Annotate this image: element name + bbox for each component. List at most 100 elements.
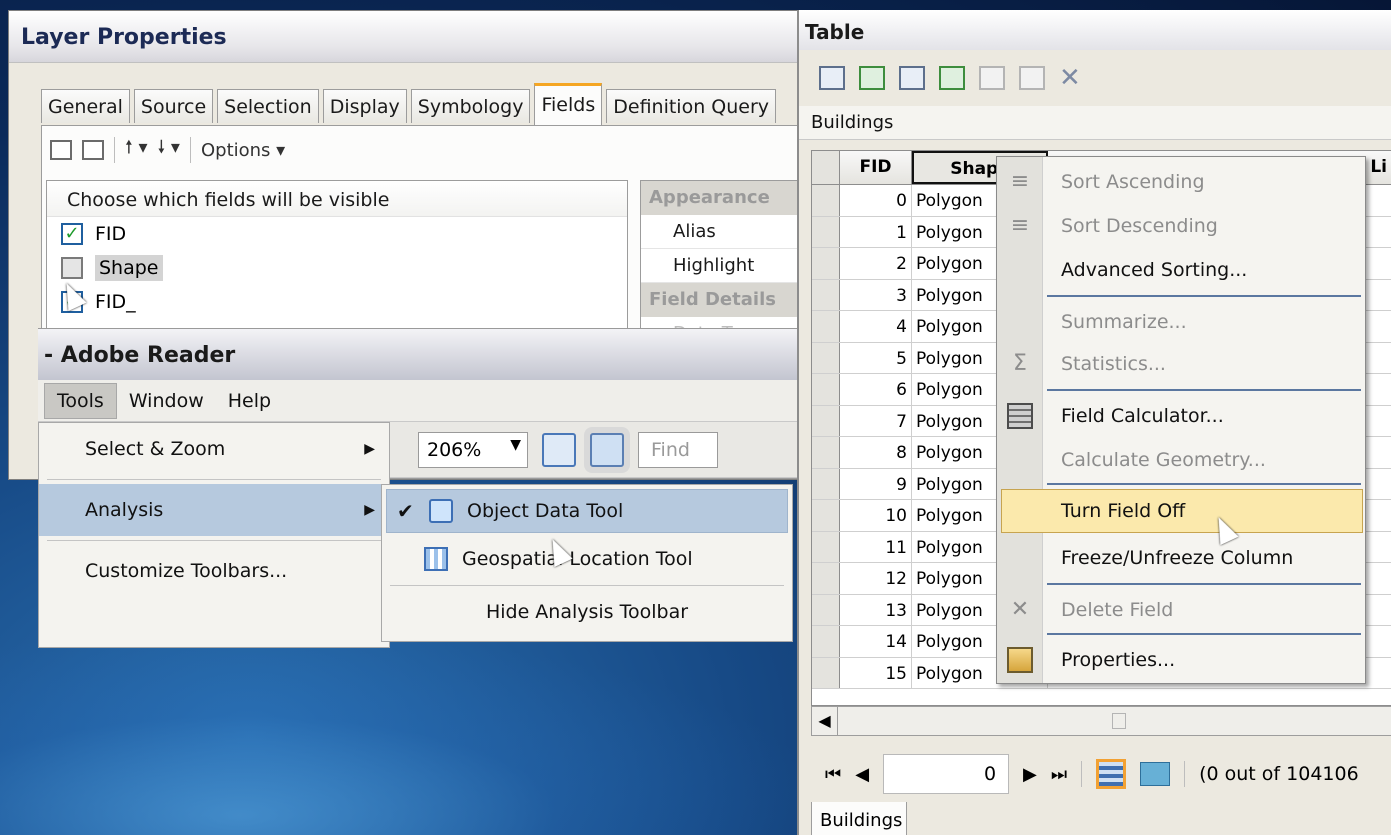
next-record-icon[interactable]: ▶	[1023, 764, 1037, 785]
menu-item-calculate-geometry[interactable]: Calculate Geometry...	[997, 439, 1365, 483]
field-row-fid[interactable]: ✓ FID	[47, 217, 627, 251]
horizontal-scrollbar[interactable]: ◀	[811, 706, 1391, 736]
previous-record-icon[interactable]: ◀	[855, 764, 869, 785]
scroll-left-icon[interactable]: ◀	[812, 707, 838, 735]
tab-symbology[interactable]: Symbology	[410, 89, 531, 123]
menu-item-sort-ascending[interactable]: ≡ Sort Ascending	[997, 161, 1365, 205]
analysis-submenu: ✔ Object Data Tool Geospatial Location T…	[381, 484, 793, 642]
zoom-select[interactable]: 206% ▼	[418, 431, 528, 468]
clear-selection-icon[interactable]	[979, 66, 1005, 90]
menu-item-freeze-unfreeze-column[interactable]: Freeze/Unfreeze Column	[997, 537, 1365, 581]
cell-fid: 1	[840, 216, 912, 247]
menu-window[interactable]: Window	[117, 384, 216, 418]
tab-definition-query[interactable]: Definition Query	[606, 89, 777, 123]
menu-item-analysis[interactable]: Analysis ▶	[39, 484, 389, 536]
row-selector[interactable]	[812, 626, 840, 657]
highlight-property[interactable]: Highlight	[641, 249, 809, 283]
options-dropdown[interactable]: Options ▾	[201, 140, 285, 161]
tab-source[interactable]: Source	[133, 89, 214, 123]
menu-item-label: Field Calculator...	[1061, 405, 1224, 427]
menu-item-advanced-sorting[interactable]: Advanced Sorting...	[997, 249, 1365, 293]
cell-fid: 4	[840, 311, 912, 342]
checkbox-unchecked-icon[interactable]	[61, 257, 83, 279]
table-view-icon[interactable]	[50, 140, 72, 160]
tab-selection[interactable]: Selection	[217, 89, 319, 123]
menu-separator	[47, 479, 381, 480]
menu-item-statistics[interactable]: Σ Statistics...	[997, 343, 1365, 387]
scroll-thumb[interactable]	[1112, 713, 1126, 729]
menu-item-field-calculator[interactable]: Field Calculator...	[997, 395, 1365, 439]
select-by-attributes-icon[interactable]	[899, 66, 925, 90]
background-glow	[0, 640, 800, 835]
menu-item-hide-analysis-toolbar[interactable]: Hide Analysis Toolbar	[382, 590, 792, 634]
move-down-icon[interactable]: 🠗 ▾	[157, 135, 179, 165]
menu-item-customize-toolbars[interactable]: Customize Toolbars...	[39, 545, 389, 597]
row-selector[interactable]	[812, 594, 840, 625]
row-selector[interactable]	[812, 657, 840, 688]
alias-property[interactable]: Alias	[641, 215, 809, 249]
zoom-to-selected-icon[interactable]	[1019, 66, 1045, 90]
object-data-tool-icon	[429, 499, 453, 523]
menu-item-select-zoom[interactable]: Select & Zoom ▶	[39, 423, 389, 475]
fit-width-icon[interactable]	[590, 432, 624, 467]
menu-tools[interactable]: Tools	[44, 382, 117, 419]
tab-fields[interactable]: Fields	[534, 83, 603, 125]
tab-display[interactable]: Display	[322, 89, 407, 123]
appearance-category[interactable]: Appearance	[641, 181, 809, 215]
chevron-down-icon[interactable]: ▼	[510, 437, 521, 453]
row-selector[interactable]	[812, 563, 840, 594]
table-options-icon[interactable]	[819, 66, 845, 90]
tab-buildings[interactable]: Buildings	[811, 802, 907, 835]
field-row-shape[interactable]: Shape	[47, 251, 627, 285]
menu-item-summarize[interactable]: Summarize...	[997, 301, 1365, 345]
show-selected-records-icon[interactable]	[1140, 762, 1171, 786]
field-details-category[interactable]: Field Details	[641, 283, 809, 317]
row-selector[interactable]	[812, 342, 840, 373]
row-selector[interactable]	[812, 437, 840, 468]
row-selector[interactable]	[812, 468, 840, 499]
menu-item-sort-descending[interactable]: ≡ Sort Descending	[997, 205, 1365, 249]
related-tables-icon[interactable]	[859, 66, 885, 90]
menu-item-turn-field-off[interactable]: Turn Field Off	[1001, 489, 1363, 533]
row-selector[interactable]	[812, 248, 840, 279]
row-selector[interactable]	[812, 500, 840, 531]
menu-item-label: Customize Toolbars...	[85, 560, 288, 582]
record-navigator: ⏮ ◀ 0 ▶ ⏭ (0 out of 104106	[811, 746, 1391, 802]
list-view-icon[interactable]	[82, 140, 104, 160]
move-up-icon[interactable]: 🠕 ▾	[125, 135, 147, 165]
field-row-fid-underscore[interactable]: ✓ FID_	[47, 285, 627, 319]
menu-item-object-data-tool[interactable]: ✔ Object Data Tool	[386, 489, 788, 533]
cell-fid: 11	[840, 531, 912, 562]
last-record-icon[interactable]: ⏭	[1051, 764, 1067, 785]
row-selector[interactable]	[812, 311, 840, 342]
menu-item-label: Freeze/Unfreeze Column	[1061, 547, 1294, 569]
row-selector[interactable]	[812, 405, 840, 436]
checkbox-checked-icon[interactable]: ✓	[61, 223, 83, 245]
menu-item-delete-field[interactable]: ✕ Delete Field	[997, 589, 1365, 633]
row-selector[interactable]	[812, 216, 840, 247]
fit-page-icon[interactable]	[542, 432, 576, 467]
column-header-fid[interactable]: FID	[840, 151, 912, 184]
layer-properties-title: Layer Properties	[9, 11, 802, 63]
row-selector[interactable]	[812, 185, 840, 216]
menu-separator	[1047, 633, 1361, 635]
current-record-input[interactable]: 0	[883, 754, 1010, 794]
row-selector[interactable]	[812, 279, 840, 310]
field-properties-grid: Appearance Alias Highlight Field Details…	[640, 180, 810, 351]
properties-icon	[1007, 647, 1033, 673]
menu-item-properties[interactable]: Properties...	[997, 639, 1365, 683]
show-all-records-icon[interactable]	[1096, 759, 1127, 789]
delete-selected-icon[interactable]: ✕	[1059, 63, 1081, 93]
row-selector-header[interactable]	[812, 151, 840, 184]
field-name: FID_	[95, 291, 136, 313]
tab-strip: General Source Selection Display Symbolo…	[41, 83, 780, 125]
row-selector[interactable]	[812, 374, 840, 405]
menu-help[interactable]: Help	[216, 384, 283, 418]
switch-selection-icon[interactable]	[939, 66, 965, 90]
tab-general[interactable]: General	[41, 89, 130, 123]
first-record-icon[interactable]: ⏮	[825, 764, 841, 785]
find-input[interactable]: Find	[638, 431, 718, 468]
checkmark-icon: ✔	[397, 499, 414, 523]
row-selector[interactable]	[812, 531, 840, 562]
menu-item-geospatial-location-tool[interactable]: Geospatial Location Tool	[382, 537, 792, 581]
